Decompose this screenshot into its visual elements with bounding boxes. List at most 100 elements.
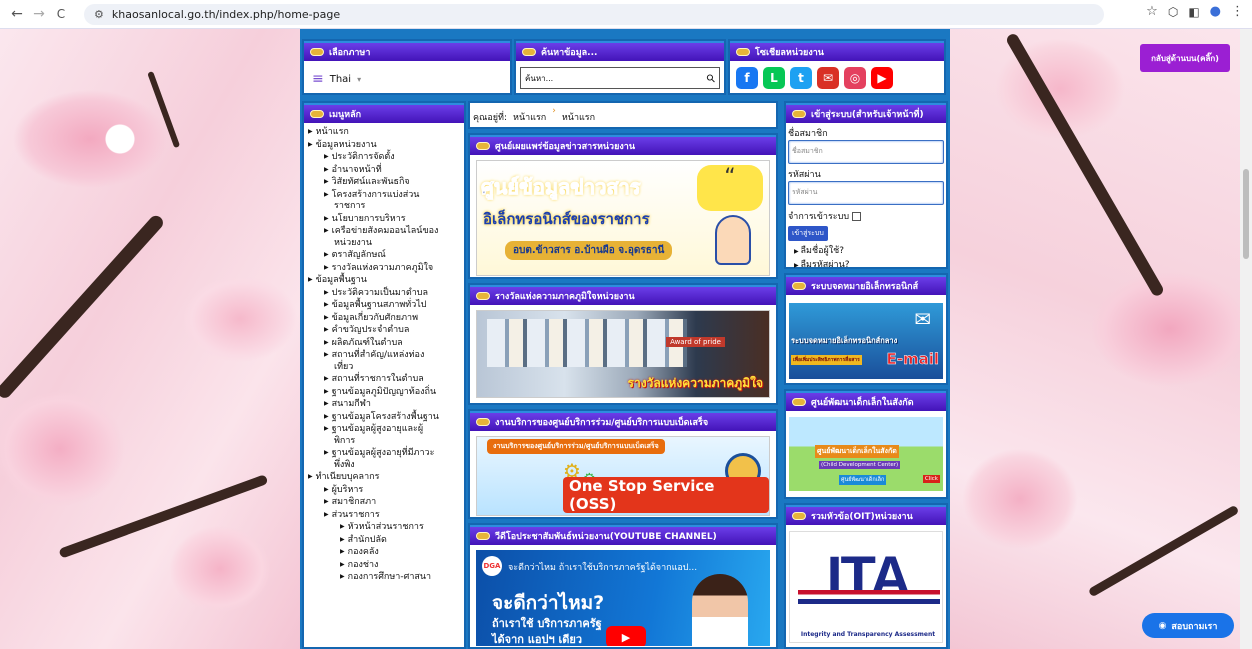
menu-item[interactable]: ประวัติการจัดตั้ง [308, 151, 464, 164]
info-banner-line1: ศูนย์ข้อมูลข่าวสาร [481, 175, 642, 200]
oit-header: รวมหัวข้อ(OIT)หน่วยงาน [786, 505, 946, 525]
youtube-icon[interactable]: ▶ [871, 67, 893, 89]
password-field[interactable]: รหัสผ่าน [788, 181, 944, 205]
chat-button[interactable]: ◉ สอบถามเรา [1142, 613, 1234, 638]
forgot-password-link[interactable]: ▶ ลืมรหัสผ่าน? [788, 257, 944, 271]
menu-item[interactable]: เครือข่ายสังคมออนไลน์ของ [308, 225, 464, 238]
breadcrumb-label: คุณอยู่ที่: [473, 113, 508, 123]
menu-item[interactable]: สถานที่ราชการในตำบล [308, 373, 464, 386]
video-panel: วีดีโอประชาสัมพันธ์หน่วยงาน(YOUTUBE CHAN… [468, 523, 778, 649]
search-input[interactable]: ค้นหา... ⚲ [520, 67, 720, 89]
site-settings-icon[interactable]: ⚙ [94, 8, 104, 21]
menu-item[interactable]: สำนักปลัด [308, 534, 464, 547]
menu-item[interactable]: ฐานข้อมูลภูมิปัญญาท้องถิ่น [308, 386, 464, 399]
ita-banner[interactable]: ITA Integrity and Transparency Assessmen… [789, 531, 943, 643]
menu-item[interactable]: กองคลัง [308, 546, 464, 559]
menu-item[interactable]: รางวัลแห่งความภาคภูมิใจ [308, 262, 464, 275]
menu-item[interactable]: ประวัติความเป็นมาตำบล [308, 287, 464, 300]
video-sub2: ได้จาก แอปฯ เดียว [492, 633, 582, 646]
remember-checkbox[interactable] [852, 211, 862, 221]
back-icon[interactable]: ← [6, 3, 28, 25]
menu-item[interactable]: หัวหน้าส่วนราชการ [308, 521, 464, 534]
oss-header-label: งานบริการของศูนย์บริการร่วม/ศูนย์บริการแ… [495, 418, 709, 428]
forward-icon[interactable]: → [28, 3, 50, 25]
search-icon[interactable]: ⚲ [704, 71, 719, 86]
forgot-username-link[interactable]: ▶ ลืมชื่อผู้ใช้? [788, 243, 944, 257]
address-bar[interactable]: ⚙ khaosanlocal.go.th/index.php/home-page [84, 4, 1104, 25]
header-pill-icon [792, 282, 806, 290]
menu-item[interactable]: ข้อมูลเกี่ยวกับศักยภาพ [308, 312, 464, 325]
menu-item[interactable]: กองช่าง [308, 559, 464, 572]
award-banner[interactable]: Award of pride รางวัลแห่งความภาคภูมิใจ [476, 310, 770, 398]
extensions-icon[interactable]: ⬡ [1168, 5, 1178, 19]
line-icon[interactable]: L [763, 67, 785, 89]
menu-item[interactable]: ผลิตภัณฑ์ในตำบล [308, 337, 464, 350]
menu-item[interactable]: สนามกีฬา [308, 398, 464, 411]
chevron-down-icon: ▾ [357, 74, 362, 84]
language-select[interactable]: ≡ Thai ▾ [304, 61, 510, 97]
menu-item[interactable]: ฐานข้อมูลผู้สูงอายุที่มีภาวะ [308, 447, 464, 460]
back-to-top-button[interactable]: กลับสู่ด้านบน(คลิ๊ก) [1140, 44, 1230, 72]
breadcrumb-home-link[interactable]: หน้าแรก [513, 110, 546, 124]
award-trophies [487, 319, 687, 367]
menu-item[interactable]: ข้อมูลพื้นฐาน [308, 274, 464, 287]
page-scrollbar[interactable] [1240, 29, 1252, 649]
oss-banner[interactable]: งานบริการของศูนย์บริการร่วม/ศูนย์บริการแ… [476, 436, 770, 516]
search-header: ค้นหาข้อมูล... [516, 41, 724, 61]
main-menu-header: เมนูหลัก [304, 103, 464, 123]
menu-item[interactable]: ฐานข้อมูลผู้สูงอายุและผู้ [308, 423, 464, 436]
browser-toolbar: ← → C ⚙ khaosanlocal.go.th/index.php/hom… [0, 0, 1252, 29]
menu-item[interactable]: ทำเนียบบุคลากร [308, 471, 464, 484]
email-header: ระบบจดหมายอิเล็กทรอนิกส์ [786, 275, 946, 295]
login-header-label: เข้าสู่ระบบ(สำหรับเจ้าหน้าที่) [811, 110, 924, 120]
play-icon[interactable]: ▶ [606, 626, 646, 646]
side-panel-icon[interactable]: ◧ [1188, 5, 1199, 19]
menu-item[interactable]: กองการศึกษา-ศาสนา [308, 571, 464, 584]
menu-item[interactable]: ฐานข้อมูลโครงสร้างพื้นฐาน [308, 411, 464, 424]
instagram-icon[interactable]: ◎ [844, 67, 866, 89]
twitter-icon[interactable]: t [790, 67, 812, 89]
award-header: รางวัลแห่งความภาคภูมิใจหน่วยงาน [470, 285, 776, 305]
cherry-blossom-background-right [950, 29, 1252, 649]
child-center-banner[interactable]: ศูนย์พัฒนาเด็กเล็กในสังกัด (Child Develo… [789, 417, 943, 491]
username-field[interactable]: ชื่อสมาชิก [788, 140, 944, 164]
video-presenter [692, 574, 748, 646]
bookmark-star-icon[interactable]: ☆ [1146, 4, 1158, 19]
menu-item[interactable]: สถานที่สำคัญ/แหล่งท่อง [308, 349, 464, 362]
email-icon[interactable]: ✉ [817, 67, 839, 89]
facebook-icon[interactable]: f [736, 67, 758, 89]
scrollbar-thumb[interactable] [1243, 169, 1249, 259]
forgot-password-label: ลืมรหัสผ่าน? [800, 260, 850, 270]
social-header: โซเชียลหน่วยงาน [730, 41, 944, 61]
menu-item[interactable]: อำนาจหน้าที่ [308, 164, 464, 177]
menu-item-continuation: เที่ยว [334, 361, 354, 372]
social-header-label: โซเชียลหน่วยงาน [755, 48, 824, 58]
login-submit-button[interactable]: เข้าสู่ระบบ [788, 226, 828, 241]
menu-item[interactable]: ตราสัญลักษณ์ [308, 249, 464, 262]
email-banner[interactable]: ระบบจดหมายอิเล็กทรอนิกส์กลาง เพื่อเพิ่มป… [789, 303, 943, 379]
child-banner-click[interactable]: Click [922, 475, 940, 483]
menu-item[interactable]: นโยบายการบริหาร [308, 213, 464, 226]
oss-panel: งานบริการของศูนย์บริการร่วม/ศูนย์บริการแ… [468, 409, 778, 519]
menu-item[interactable]: ส่วนราชการ [308, 509, 464, 522]
menu-item[interactable]: วิสัยทัศน์และพันธกิจ [308, 176, 464, 189]
menu-item[interactable]: หน้าแรก [308, 126, 464, 139]
browser-actions: ☆ ⬡ ◧ ● ⋮ [1146, 4, 1244, 19]
menu-item[interactable]: ข้อมูลหน่วยงาน [308, 139, 464, 152]
browser-menu-icon[interactable]: ⋮ [1231, 4, 1244, 19]
menu-item[interactable]: ผู้บริหาร [308, 484, 464, 497]
profile-avatar-icon[interactable]: ● [1210, 4, 1221, 19]
info-center-header: ศูนย์เผยแพร่ข้อมูลข่าวสารหน่วยงาน [470, 135, 776, 155]
header-pill-icon [310, 48, 324, 56]
breadcrumb-separator-icon: › [552, 106, 556, 116]
youtube-embed[interactable]: DGA จะดีกว่าไหม ถ้าเราใช้บริการภาครัฐได้… [476, 550, 770, 646]
chat-label: สอบถามเรา [1171, 621, 1218, 632]
menu-item[interactable]: โครงสร้างการแบ่งส่วน [308, 189, 464, 202]
menu-item[interactable]: สมาชิกสภา [308, 496, 464, 509]
menu-item-continuation: หน่วยงาน [334, 237, 373, 248]
password-label: รหัสผ่าน [788, 170, 821, 180]
reload-icon[interactable]: C [50, 3, 72, 25]
menu-item[interactable]: คำขวัญประจำตำบล [308, 324, 464, 337]
menu-item[interactable]: ข้อมูลพื้นฐานสภาพทั่วไป [308, 299, 464, 312]
info-center-banner[interactable]: ศูนย์ข้อมูลข่าวสาร อิเล็กทรอนิกส์ของราชก… [476, 160, 770, 276]
